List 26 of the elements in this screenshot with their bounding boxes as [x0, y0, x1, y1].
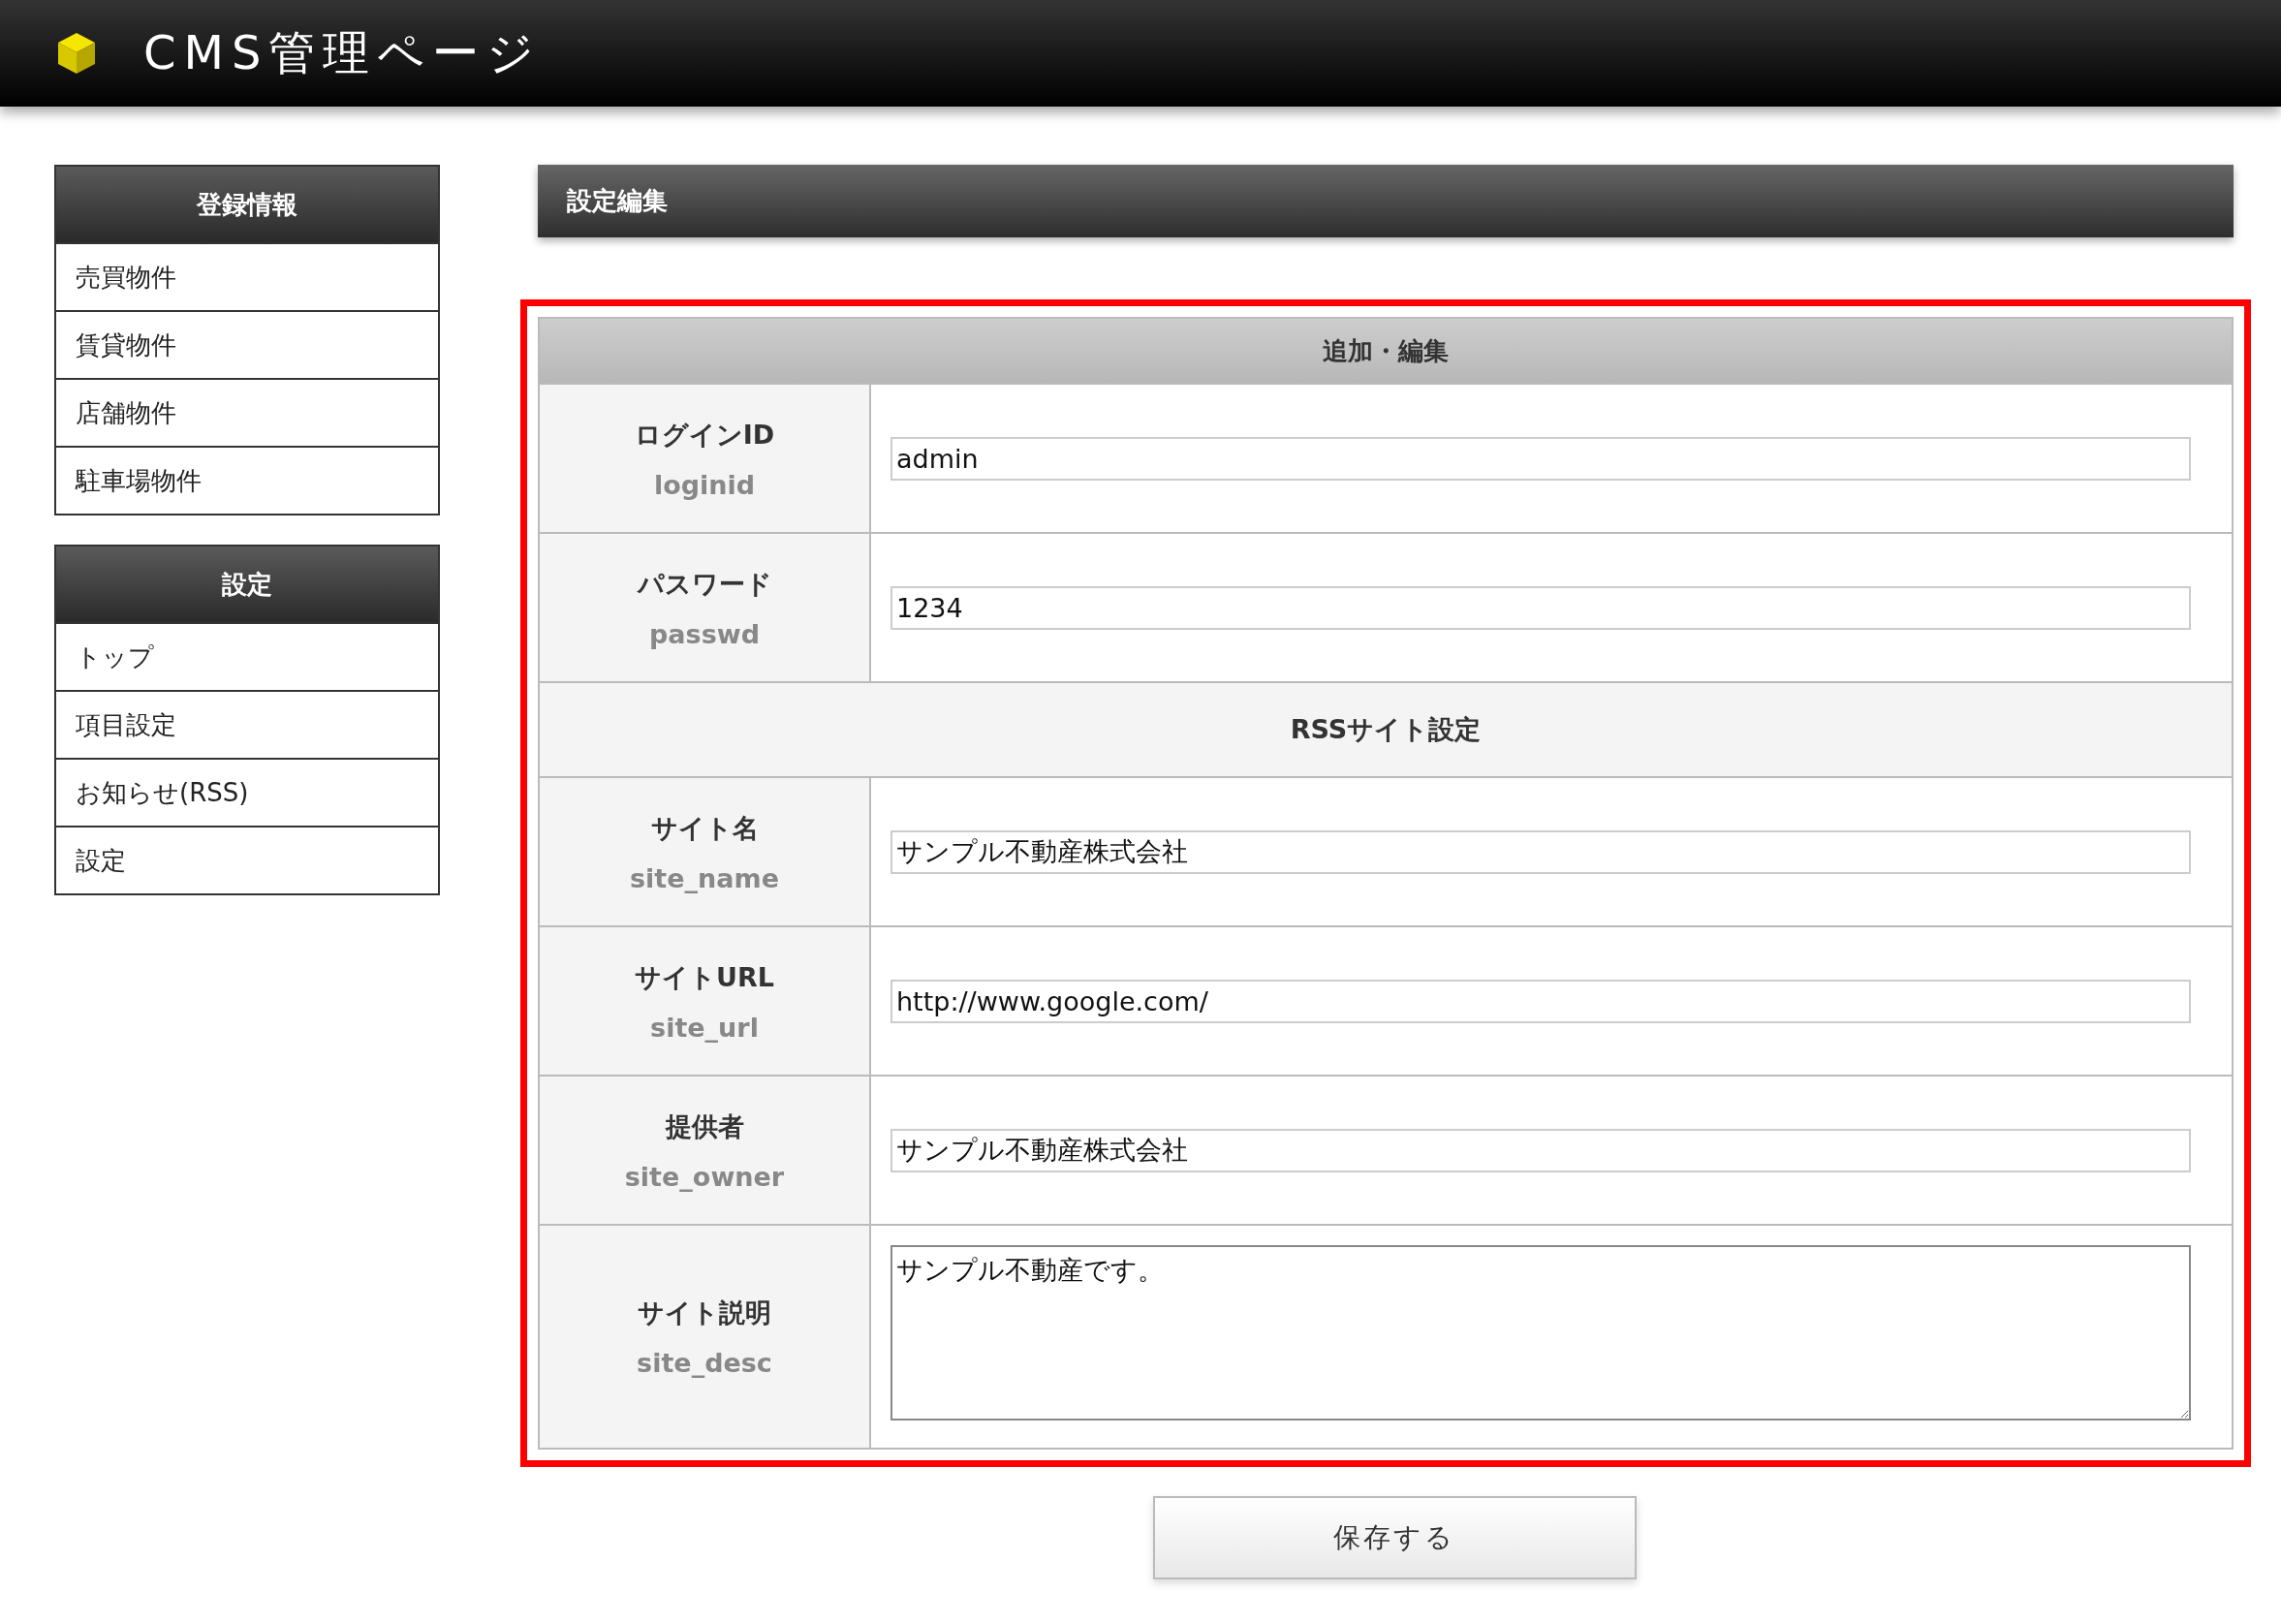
- text-field[interactable]: admin: [891, 436, 2191, 481]
- text-area[interactable]: サンプル不動産です。: [891, 1245, 2191, 1421]
- panel-heading: 設定編集: [538, 165, 2234, 237]
- field-label: サイト説明: [638, 1296, 771, 1329]
- menu-heading: 登録情報: [56, 167, 438, 242]
- text-field[interactable]: 1234: [891, 585, 2191, 630]
- cube-icon: [56, 31, 97, 76]
- field-key: passwd: [649, 618, 760, 649]
- text-field[interactable]: http://www.google.com/: [891, 979, 2191, 1023]
- field-label: サイト名: [650, 811, 759, 845]
- field-key: site_name: [630, 862, 779, 893]
- field-key: site_desc: [637, 1348, 772, 1378]
- field-label: ログインID: [634, 418, 775, 452]
- field-key: site_url: [650, 1012, 759, 1043]
- text-field[interactable]: サンプル不動産株式会社: [891, 829, 2191, 874]
- menu-heading: 設定: [56, 547, 438, 622]
- table-heading: 追加・編集: [540, 319, 2232, 383]
- save-button[interactable]: 保存する: [1152, 1496, 1637, 1579]
- section-heading: RSSサイト設定: [540, 683, 2232, 776]
- text-field[interactable]: サンプル不動産株式会社: [891, 1128, 2191, 1172]
- field-key: site_owner: [624, 1161, 785, 1192]
- field-label: 提供者: [665, 1109, 744, 1143]
- field-label: パスワード: [637, 567, 772, 601]
- field-label: サイトURL: [635, 960, 774, 994]
- page-title: CMS管理ページ: [143, 24, 543, 81]
- field-key: loginid: [653, 469, 756, 500]
